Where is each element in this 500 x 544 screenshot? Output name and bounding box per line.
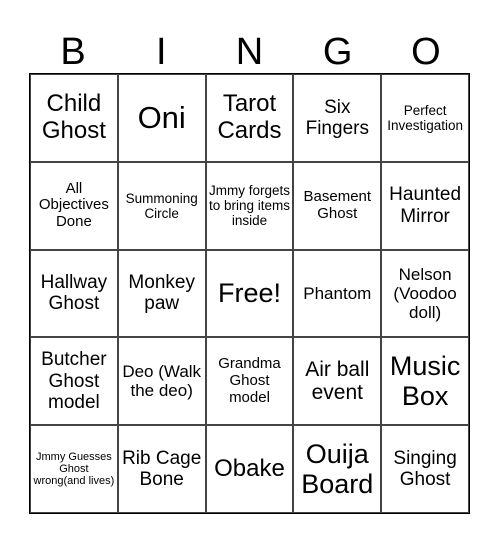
bingo-cell[interactable]: Grandma Ghost model (205, 337, 294, 426)
bingo-cell[interactable]: Tarot Cards (205, 74, 294, 162)
bingo-cell[interactable]: Music Box (381, 337, 469, 426)
bingo-cell[interactable]: Summoning Circle (117, 161, 206, 250)
bingo-cell[interactable]: Child Ghost (30, 74, 118, 162)
bingo-cell[interactable]: Phantom (293, 249, 382, 338)
header-letter-n: N (235, 31, 264, 73)
free-space[interactable]: Free! (205, 249, 294, 338)
header-letter-o: O (411, 31, 441, 73)
bingo-cell[interactable]: Hallway Ghost (30, 249, 118, 338)
bingo-cell[interactable]: Ouija Board (293, 425, 382, 513)
bingo-cell[interactable]: Air ball event (293, 337, 382, 426)
bingo-cell[interactable]: All Objectives Done (30, 161, 118, 250)
bingo-cell[interactable]: Singing Ghost (381, 425, 469, 513)
header-letter-i: I (156, 31, 167, 73)
bingo-cell[interactable]: Six Fingers (293, 74, 382, 162)
bingo-cell[interactable]: Perfect Investigation (381, 74, 469, 162)
bingo-cell[interactable]: Monkey paw (117, 249, 206, 338)
bingo-cell[interactable]: Basement Ghost (293, 161, 382, 250)
bingo-cell[interactable]: Obake (205, 425, 294, 513)
header-letter-g: G (322, 31, 353, 73)
bingo-cell[interactable]: Jmmy Guesses Ghost wrong(and lives) (30, 425, 118, 513)
bingo-cell[interactable]: Jmmy forgets to bring items inside (205, 161, 294, 250)
bingo-header: B I N G O (29, 28, 470, 76)
bingo-cell[interactable]: Nelson (Voodoo doll) (381, 249, 469, 338)
bingo-grid: Child Ghost Oni Tarot Cards Six Fingers … (29, 73, 470, 514)
header-letter-b: B (60, 31, 86, 73)
bingo-cell[interactable]: Haunted Mirror (381, 161, 469, 250)
bingo-cell[interactable]: Oni (117, 74, 206, 162)
bingo-cell[interactable]: Rib Cage Bone (117, 425, 206, 513)
bingo-cell[interactable]: Deo (Walk the deo) (117, 337, 206, 426)
bingo-cell[interactable]: Butcher Ghost model (30, 337, 118, 426)
